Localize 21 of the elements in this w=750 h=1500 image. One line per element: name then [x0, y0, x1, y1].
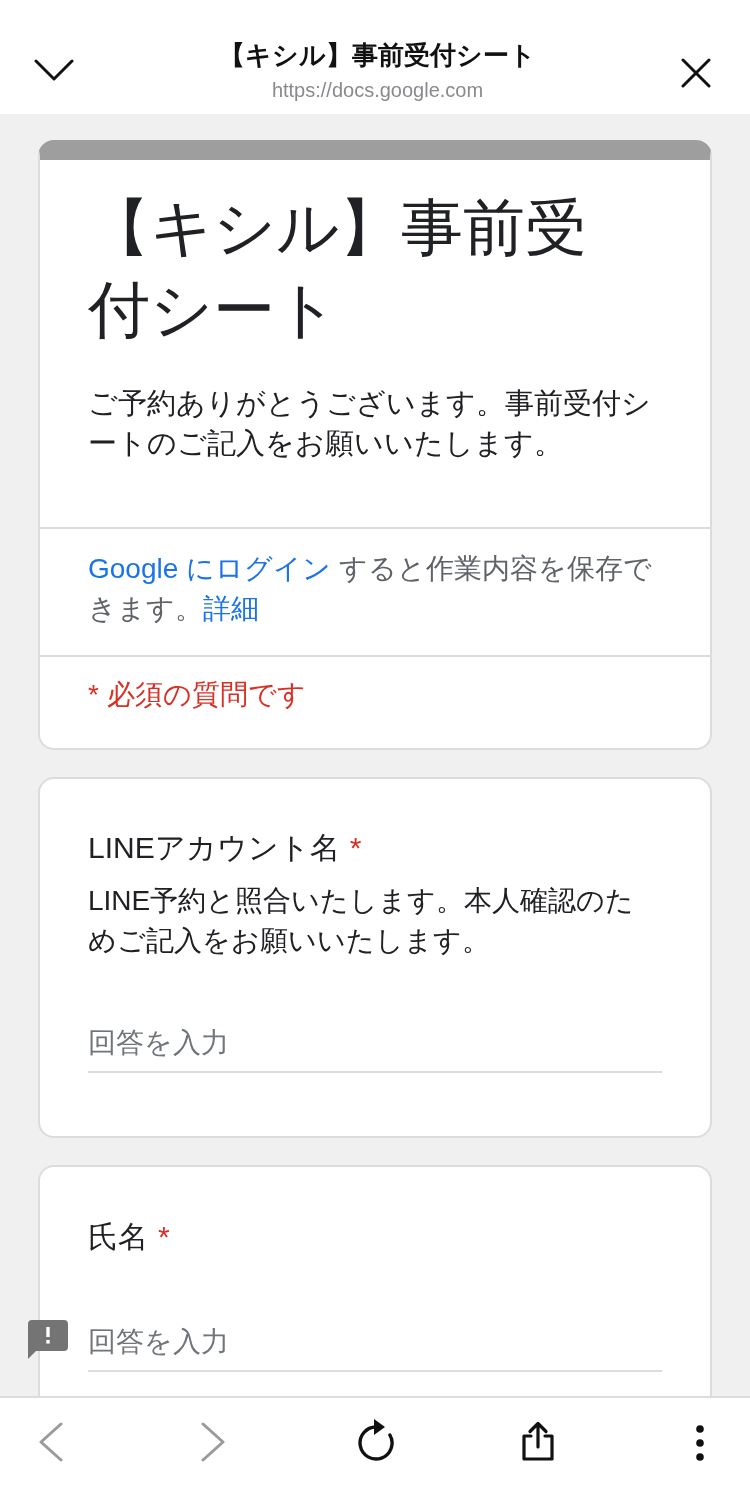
alert-bubble-icon[interactable] [28, 1320, 68, 1360]
form-description: ご予約ありがとうございます。事前受付シートのご記入をお願いいたします。 [88, 386, 652, 461]
question-description: LINE予約と照合いたします。本人確認のためご記入をお願いいたします。 [88, 884, 636, 958]
required-mark: * [349, 830, 362, 866]
page-url: https://docs.google.com [271, 78, 484, 103]
reload-icon[interactable] [355, 1419, 396, 1461]
page-title: 【キシル】事前受付シート [219, 39, 536, 71]
login-notice: Google にログイン すると作業内容を保存できます。詳細 [88, 552, 653, 626]
chevron-down-icon[interactable] [34, 59, 74, 81]
required-notice: * 必須の質問です [88, 678, 307, 712]
form-title: 【キシル】事前受付シート [88, 192, 588, 346]
login-link[interactable]: Google にログイン [88, 553, 332, 584]
close-icon[interactable] [681, 58, 711, 88]
required-mark: * [158, 1219, 170, 1255]
question-title: 氏名 [88, 1219, 148, 1255]
answer-field[interactable]: 回答を入力 [88, 1314, 662, 1372]
details-link[interactable]: 詳細 [203, 593, 259, 624]
question-title: LINEアカウント名 [88, 830, 340, 866]
answer-field[interactable]: 回答を入力 [88, 1015, 662, 1073]
more-icon[interactable] [695, 1425, 705, 1461]
share-icon[interactable] [519, 1421, 556, 1461]
